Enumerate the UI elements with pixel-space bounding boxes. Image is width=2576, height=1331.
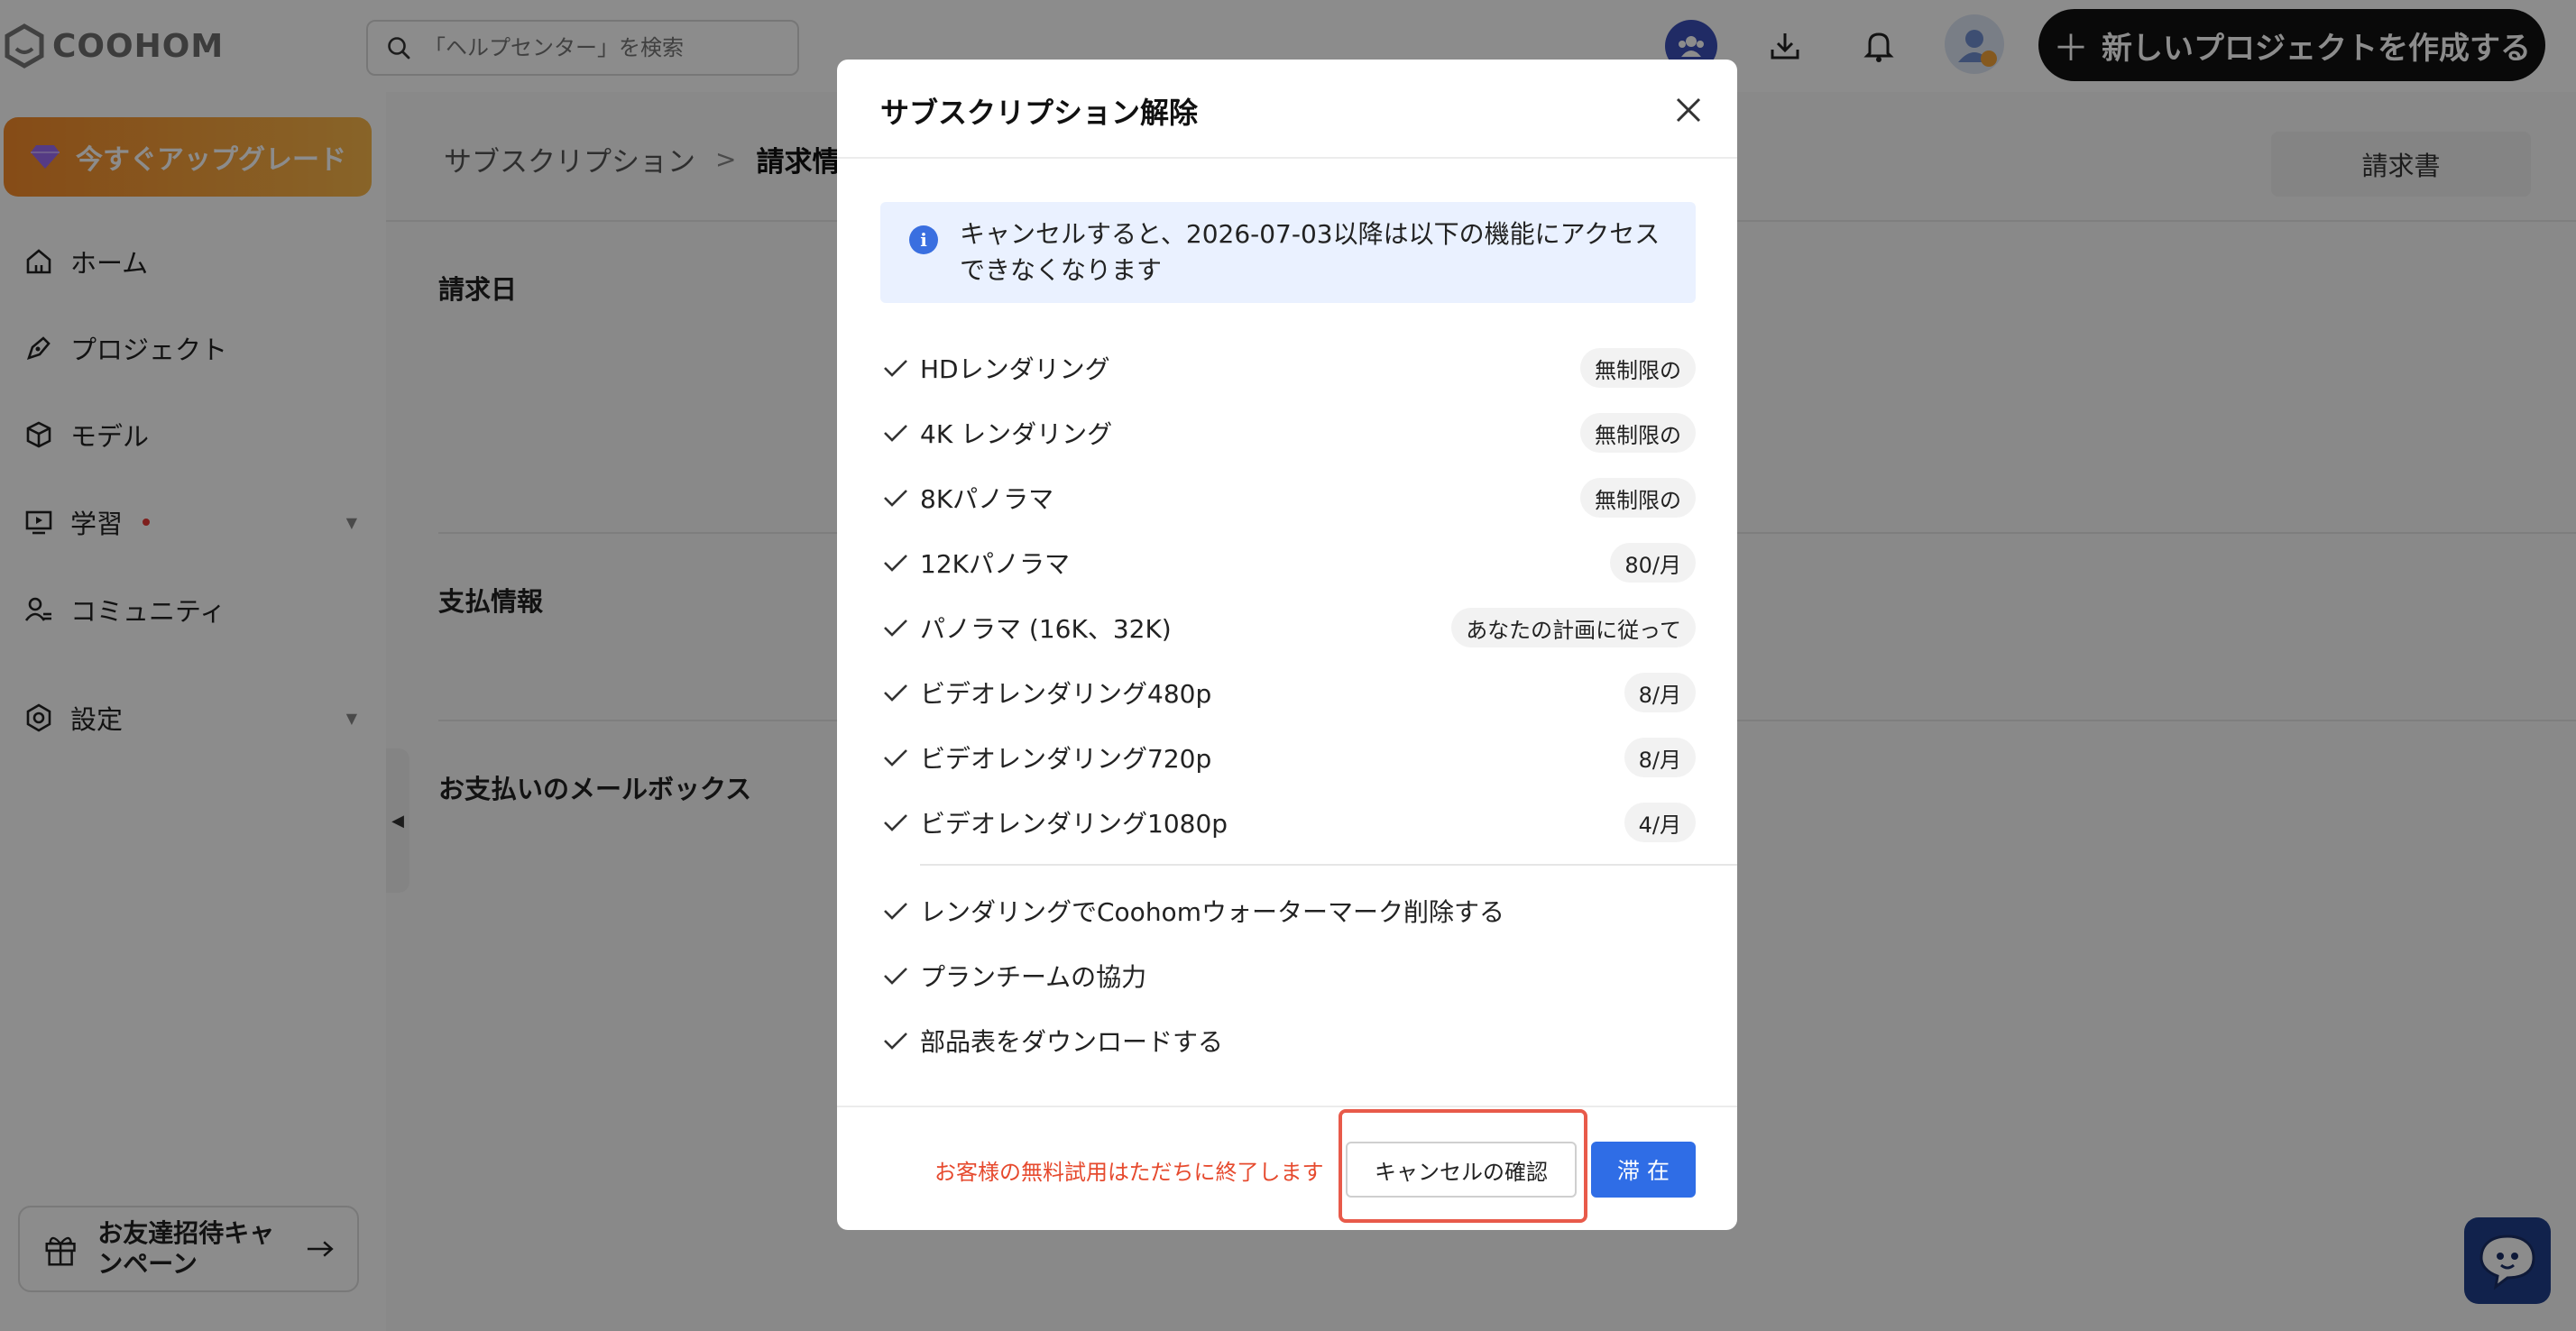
feature-label: レンダリングでCoohomウォーターマーク削除する — [920, 897, 1504, 927]
feature-badge: 無制限の — [1580, 478, 1696, 518]
feature-badge: 無制限の — [1580, 348, 1696, 388]
feature-row: ビデオレンダリング720p 8/月 — [880, 736, 1696, 779]
feature-row: 部品表をダウンロードする — [880, 1019, 1696, 1062]
feature-row: 12Kパノラマ 80/月 — [880, 541, 1696, 584]
dialog-footer-divider — [837, 1106, 1737, 1107]
feature-row: 4K レンダリング 無制限の — [880, 411, 1696, 454]
feature-label: ビデオレンダリング480p — [920, 679, 1212, 709]
check-icon — [884, 968, 907, 985]
confirm-cancel-button[interactable]: キャンセルの確認 — [1346, 1142, 1577, 1198]
feature-label: HDレンダリング — [920, 354, 1110, 384]
feature-badge: 8/月 — [1624, 673, 1696, 712]
stay-button[interactable]: 滞 在 — [1591, 1142, 1696, 1198]
check-icon — [884, 814, 907, 831]
feature-label: ビデオレンダリング720p — [920, 744, 1212, 774]
check-icon — [884, 903, 907, 920]
feature-badge: 4/月 — [1624, 803, 1696, 842]
check-icon — [884, 425, 907, 442]
feature-row: HDレンダリング 無制限の — [880, 346, 1696, 390]
feature-badge: あなたの計画に従って — [1451, 608, 1696, 647]
feature-label: 8Kパノラマ — [920, 484, 1054, 514]
check-icon — [884, 360, 907, 377]
info-text: キャンセルすると、2026-07-03以降は以下の機能にアクセスできなくなります — [960, 219, 1661, 285]
feature-row: ビデオレンダリング480p 8/月 — [880, 671, 1696, 714]
info-icon: i — [909, 225, 938, 254]
cancel-subscription-dialog: サブスクリプション解除 i キャンセルすると、2026-07-03以降は以下の機… — [837, 60, 1737, 1230]
feature-row: レンダリングでCoohomウォーターマーク削除する — [880, 889, 1696, 932]
feature-label: ビデオレンダリング1080p — [920, 809, 1228, 839]
feature-row: ビデオレンダリング1080p 4/月 — [880, 801, 1696, 844]
dialog-header-divider — [837, 157, 1737, 159]
feature-badge: 8/月 — [1624, 738, 1696, 777]
trial-warning-text: お客様の無料試用はただちに終了します — [934, 1160, 1324, 1185]
feature-label: プランチームの協力 — [920, 962, 1147, 992]
feature-badge: 80/月 — [1610, 543, 1696, 583]
check-icon — [884, 1033, 907, 1050]
feature-row: 8Kパノラマ 無制限の — [880, 476, 1696, 519]
info-banner: i キャンセルすると、2026-07-03以降は以下の機能にアクセスできなくなり… — [880, 202, 1696, 303]
dialog-title: サブスクリプション解除 — [880, 96, 1199, 130]
close-icon[interactable] — [1670, 92, 1707, 128]
feature-label: 4K レンダリング — [920, 419, 1113, 449]
check-icon — [884, 555, 907, 572]
check-icon — [884, 749, 907, 766]
feature-badge: 無制限の — [1580, 413, 1696, 453]
check-icon — [884, 684, 907, 702]
feature-divider — [920, 864, 1737, 866]
check-icon — [884, 490, 907, 507]
feature-label: パノラマ (16K、32K) — [920, 614, 1172, 644]
feature-row: パノラマ (16K、32K) あなたの計画に従って — [880, 606, 1696, 649]
feature-label: 部品表をダウンロードする — [920, 1027, 1224, 1057]
feature-row: プランチームの協力 — [880, 954, 1696, 997]
feature-label: 12Kパノラマ — [920, 549, 1070, 579]
check-icon — [884, 620, 907, 637]
